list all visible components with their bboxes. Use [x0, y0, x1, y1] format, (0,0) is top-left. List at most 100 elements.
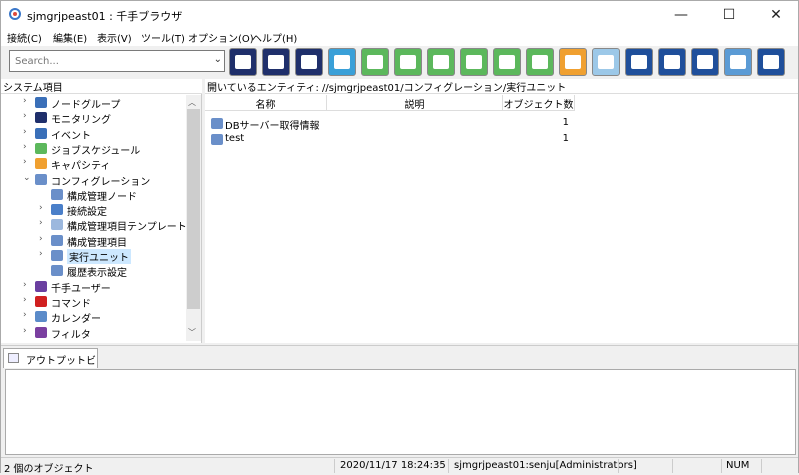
puzzle-icon[interactable]	[361, 48, 389, 76]
status-divider	[448, 459, 449, 473]
check-screen-icon[interactable]	[460, 48, 488, 76]
upload-icon[interactable]	[658, 48, 686, 76]
maximize-button[interactable]: ☐	[706, 1, 752, 28]
download-icon-glyph	[697, 55, 713, 69]
title-bar: sjmgrjpeast01 : 千手ブラウザ — ☐ ✕	[1, 1, 798, 28]
search-box[interactable]: ⌄	[9, 50, 225, 72]
puzzle-blue-icon-glyph	[598, 55, 614, 69]
tree-node-label: カレンダー	[51, 314, 101, 326]
status-user: sjmgrjpeast01:senju[Administrators]	[454, 460, 637, 471]
puzzle-green-icon-glyph	[433, 55, 449, 69]
puzzle-green-icon[interactable]	[427, 48, 455, 76]
expand-arrow-icon[interactable]: ›	[23, 326, 33, 336]
menu-view[interactable]: 表示(V)	[97, 30, 132, 45]
tree-node-label: イベント	[51, 130, 91, 142]
export-icon-glyph	[631, 55, 647, 69]
upload-icon-glyph	[664, 55, 680, 69]
menu-edit[interactable]: 編集(E)	[53, 30, 87, 45]
menu-help[interactable]: ヘルプ(H)	[252, 30, 297, 45]
export-icon[interactable]	[625, 48, 653, 76]
app-window: sjmgrjpeast01 : 千手ブラウザ — ☐ ✕ 接続(C) 編集(E)…	[0, 0, 799, 475]
scrollbar-thumb[interactable]	[187, 109, 200, 309]
expand-arrow-icon[interactable]: ›	[23, 142, 33, 152]
exec-unit-icon	[51, 250, 63, 261]
check-puzzle-icon-glyph	[400, 55, 416, 69]
expanded-arrow-icon[interactable]: ⌄	[23, 173, 33, 183]
expand-arrow-icon[interactable]: ›	[23, 280, 33, 290]
output-view[interactable]	[5, 369, 796, 455]
node-group-icon[interactable]	[229, 48, 257, 76]
tree-node-label: コマンド	[51, 298, 91, 310]
download-icon[interactable]	[691, 48, 719, 76]
column-object-count[interactable]: オブジェクト数	[503, 95, 575, 111]
status-divider	[672, 459, 673, 473]
log-icon[interactable]	[724, 48, 752, 76]
scroll-down-icon[interactable]: ﹀	[188, 327, 196, 338]
tree-node-label: キャパシティ	[51, 161, 111, 173]
expand-arrow-icon[interactable]: ›	[23, 127, 33, 137]
tree-header: システム項目	[1, 79, 202, 94]
expand-arrow-icon[interactable]: ›	[23, 295, 33, 305]
event-icon-glyph	[301, 55, 317, 69]
puzzle-icon-glyph	[367, 55, 383, 69]
close-button[interactable]: ✕	[753, 1, 799, 28]
output-icon	[8, 353, 19, 363]
status-divider	[334, 459, 335, 473]
expand-arrow-icon[interactable]: ›	[23, 96, 33, 106]
column-description[interactable]: 説明	[327, 95, 503, 111]
expand-arrow-icon[interactable]: ›	[23, 111, 33, 121]
job-schedule-icon	[35, 142, 47, 154]
puzzle-blue-icon[interactable]	[592, 48, 620, 76]
schedule-icon[interactable]	[328, 48, 356, 76]
chart-orange-icon-glyph	[565, 55, 581, 69]
exec-unit-icon	[211, 134, 223, 145]
system-tree: › ノードグループ › モニタリング › イベント › ジョブスケジュール › キャパシティ ⌄ コン…	[1, 95, 187, 341]
search-input[interactable]	[10, 51, 206, 71]
tree-scrollbar[interactable]: ︿ ﹀	[186, 95, 201, 341]
status-bar: 2 個のオブジェクト 2020/11/17 18:24:35 sjmgrjpea…	[1, 457, 798, 475]
expand-arrow-icon[interactable]: ›	[39, 203, 49, 213]
tab-output-view[interactable]: アウトプットビュー	[3, 348, 98, 382]
status-divider	[618, 459, 619, 473]
menu-tools[interactable]: ツール(T)	[141, 30, 185, 45]
filter-icon	[35, 326, 47, 338]
calendar-icon	[35, 311, 47, 323]
monitoring-icon	[35, 112, 47, 124]
status-num-lock: NUM	[726, 460, 750, 471]
tree-node-label: 接続設定	[67, 207, 107, 219]
menu-connect[interactable]: 接続(C)	[7, 30, 42, 45]
scroll-up-icon[interactable]: ︿	[188, 97, 196, 108]
config-node-icon	[51, 188, 63, 200]
list-icon-glyph	[532, 55, 548, 69]
monitor-icon-glyph	[268, 55, 284, 69]
command-icon	[35, 295, 47, 307]
column-name[interactable]: 名称	[205, 95, 327, 111]
entity-list-pane: 開いているエンティティ: //sjmgrjpeast01/コンフィグレーション/…	[205, 79, 798, 343]
radar-icon[interactable]	[757, 48, 785, 76]
expand-arrow-icon[interactable]: ›	[23, 310, 33, 320]
expand-arrow-icon[interactable]: ›	[39, 234, 49, 244]
table-row[interactable]: DBサーバー取得情報 1	[205, 116, 798, 132]
tree-node-label: フィルタ	[51, 329, 91, 341]
chevron-down-icon[interactable]: ⌄	[214, 54, 222, 65]
bar-chart-icon[interactable]	[493, 48, 521, 76]
event-icon[interactable]	[295, 48, 323, 76]
menu-bar: 接続(C) 編集(E) 表示(V) ツール(T) オプション(O) ヘルプ(H)	[1, 28, 798, 46]
check-puzzle-icon[interactable]	[394, 48, 422, 76]
expand-arrow-icon[interactable]: ›	[39, 218, 49, 228]
link-icon	[51, 204, 63, 216]
list-icon[interactable]	[526, 48, 554, 76]
minimize-button[interactable]: —	[658, 1, 704, 28]
chart-orange-icon[interactable]	[559, 48, 587, 76]
event-icon	[35, 127, 47, 139]
tree-node-label: 履歴表示設定	[67, 268, 127, 280]
app-icon	[9, 8, 21, 20]
menu-options[interactable]: オプション(O)	[188, 30, 254, 45]
table-row[interactable]: test 1	[205, 132, 798, 147]
toolbar: ⌄	[1, 46, 798, 78]
expand-arrow-icon[interactable]: ›	[39, 249, 49, 259]
history-icon	[51, 265, 63, 277]
monitor-icon[interactable]	[262, 48, 290, 76]
expand-arrow-icon[interactable]: ›	[23, 157, 33, 167]
entity-path: 開いているエンティティ: //sjmgrjpeast01/コンフィグレーション/…	[205, 79, 798, 94]
